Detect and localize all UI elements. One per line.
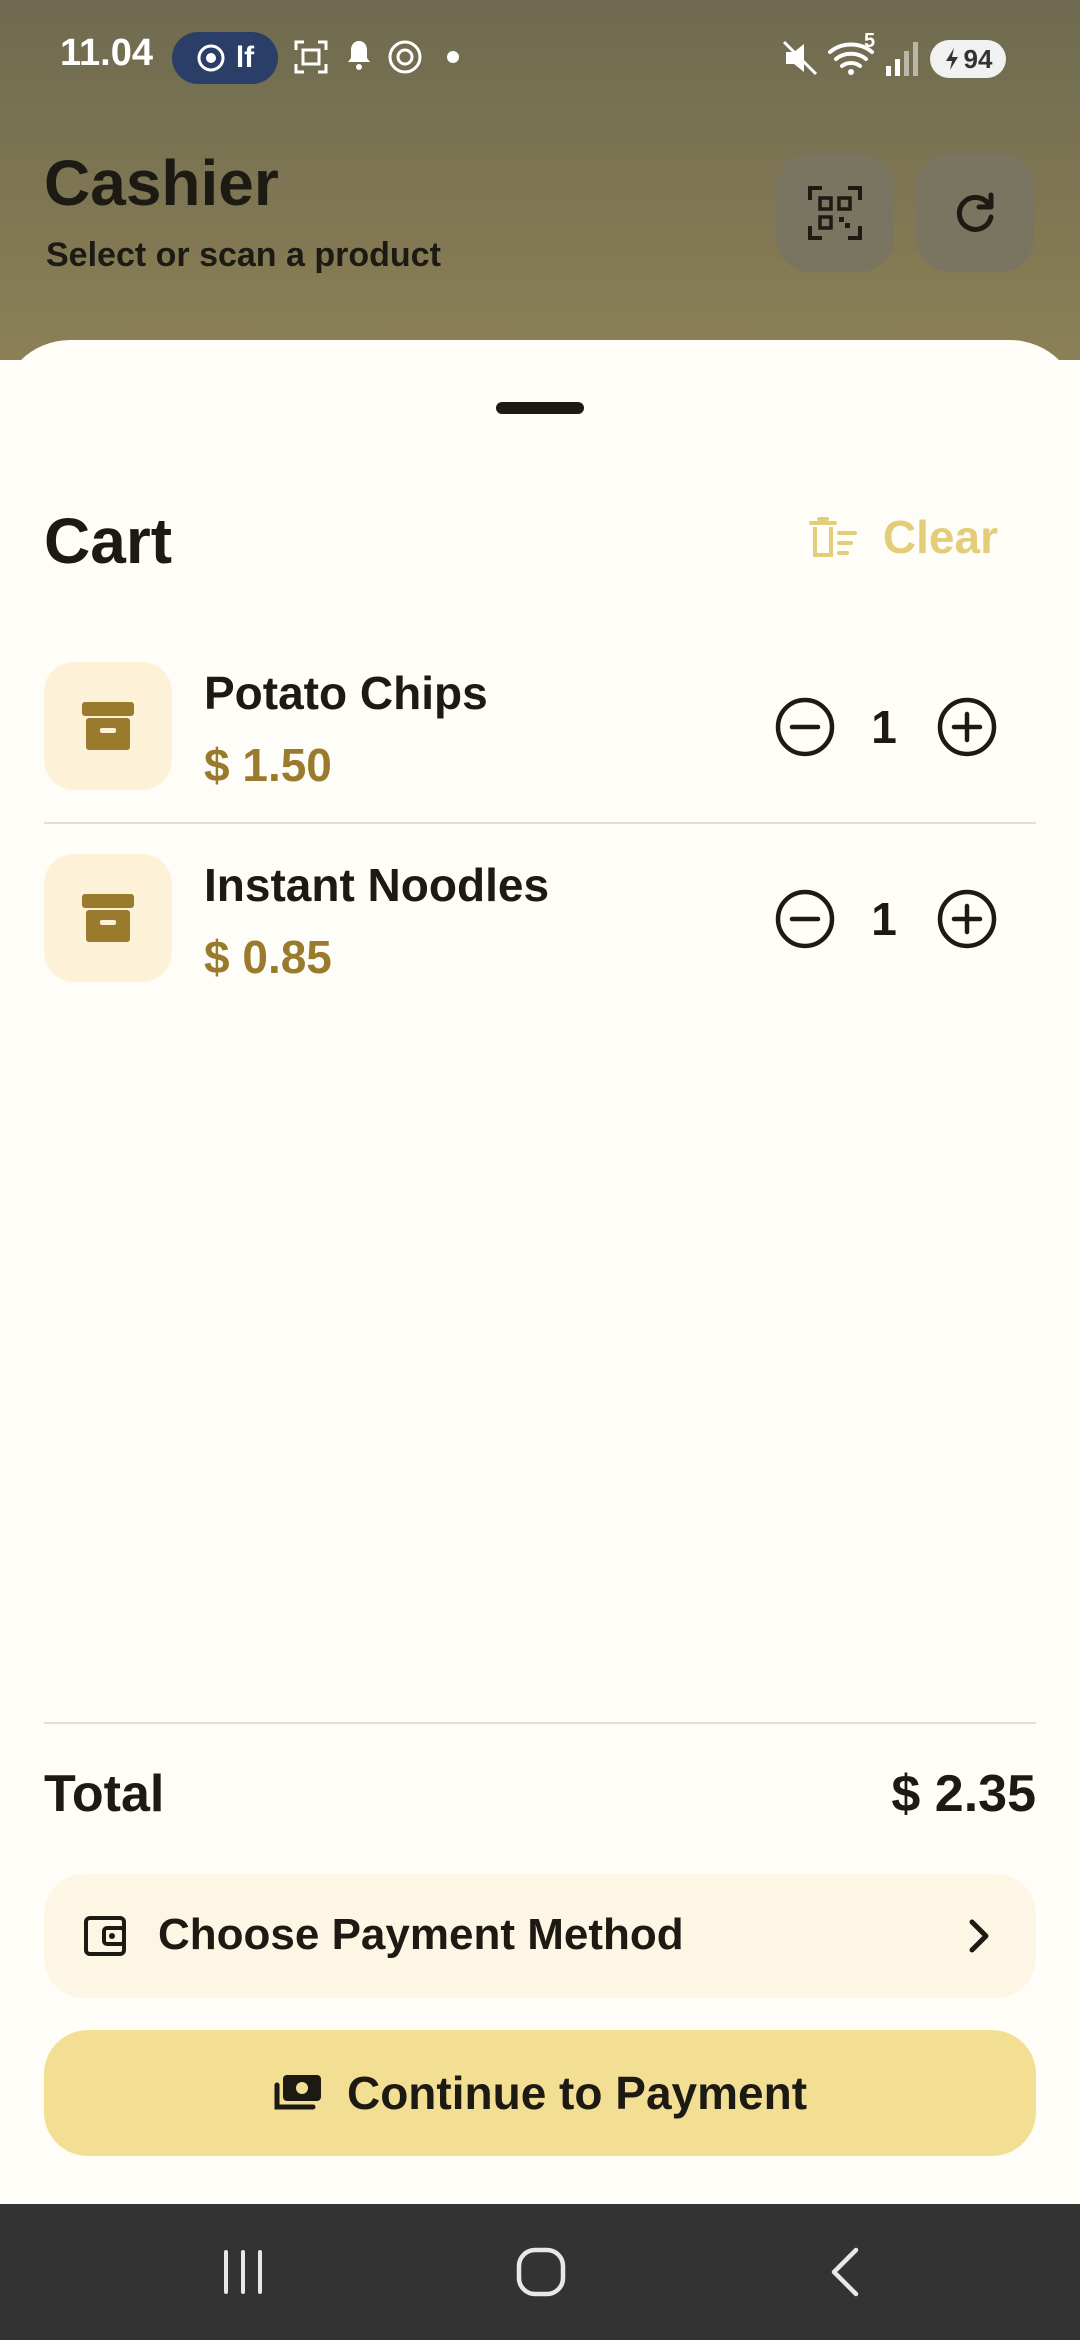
product-name: Potato Chips — [204, 667, 488, 719]
increase-quantity-button[interactable] — [936, 888, 998, 950]
bolt-icon — [945, 48, 958, 70]
quantity-stepper: 1 — [774, 888, 997, 950]
cash-icon — [274, 2075, 321, 2110]
chevron-right-icon — [969, 1919, 989, 1953]
total-value: $ 2.35 — [891, 1765, 1036, 1823]
cart-title: Cart — [44, 505, 173, 577]
wallet-icon — [84, 1916, 126, 1956]
continue-to-payment-button[interactable]: Continue to Payment — [44, 2030, 1036, 2156]
page-subtitle: Select or scan a product — [46, 236, 441, 274]
dot-icon — [447, 51, 459, 63]
clear-cart-button[interactable]: Clear — [808, 510, 998, 564]
page-title: Cashier — [44, 147, 279, 219]
quantity-value: 1 — [871, 893, 897, 945]
decrease-quantity-button[interactable] — [774, 696, 836, 758]
qr-code-icon — [808, 186, 862, 240]
payment-method-label: Choose Payment Method — [158, 1910, 684, 1959]
battery-level: 94 — [963, 43, 993, 74]
back-icon[interactable] — [826, 2244, 866, 2300]
choose-payment-method-button[interactable]: Choose Payment Method — [44, 1874, 1036, 1998]
scan-qr-button[interactable] — [776, 154, 894, 272]
signal-icon — [886, 42, 918, 76]
status-time: 11.04 — [60, 32, 153, 74]
archive-box-icon — [82, 894, 134, 942]
refresh-button[interactable] — [916, 154, 1034, 272]
mute-icon — [782, 40, 818, 76]
total-divider — [44, 1722, 1036, 1724]
screenshot-icon — [294, 40, 328, 74]
product-thumbnail — [44, 854, 172, 982]
status-pill-label: lf — [235, 41, 255, 74]
product-name: Instant Noodles — [204, 859, 550, 911]
battery-indicator: 94 — [930, 40, 1006, 78]
bell-icon — [348, 41, 370, 70]
product-price: $ 0.85 — [204, 931, 332, 983]
archive-box-icon — [82, 702, 134, 750]
continue-label: Continue to Payment — [346, 2067, 808, 2119]
recent-apps-icon[interactable] — [218, 2244, 268, 2300]
decrease-quantity-button[interactable] — [774, 888, 836, 950]
cart-sheet: Cart Clear Potato Chips $ 1.50 1 Instant… — [0, 340, 1080, 2200]
status-pill: lf — [172, 32, 278, 84]
record-icon — [197, 44, 225, 72]
increase-quantity-button[interactable] — [936, 696, 998, 758]
openai-icon — [388, 40, 422, 74]
sheet-drag-handle[interactable] — [496, 402, 584, 414]
status-bar: 11.04 lf 5 94 — [0, 0, 1080, 120]
total-label: Total — [44, 1765, 165, 1823]
item-divider — [44, 822, 1036, 824]
product-price: $ 1.50 — [204, 739, 332, 791]
product-thumbnail — [44, 662, 172, 790]
clear-list-icon — [808, 517, 857, 557]
quantity-value: 1 — [871, 701, 897, 753]
home-icon[interactable] — [514, 2244, 568, 2300]
wifi-badge: 5 — [864, 30, 876, 52]
quantity-stepper: 1 — [774, 696, 997, 758]
clear-label: Clear — [882, 511, 998, 563]
system-navigation-bar — [0, 2204, 1080, 2340]
cart-item: Instant Noodles $ 0.85 1 — [44, 854, 1036, 1044]
refresh-icon — [956, 192, 994, 232]
